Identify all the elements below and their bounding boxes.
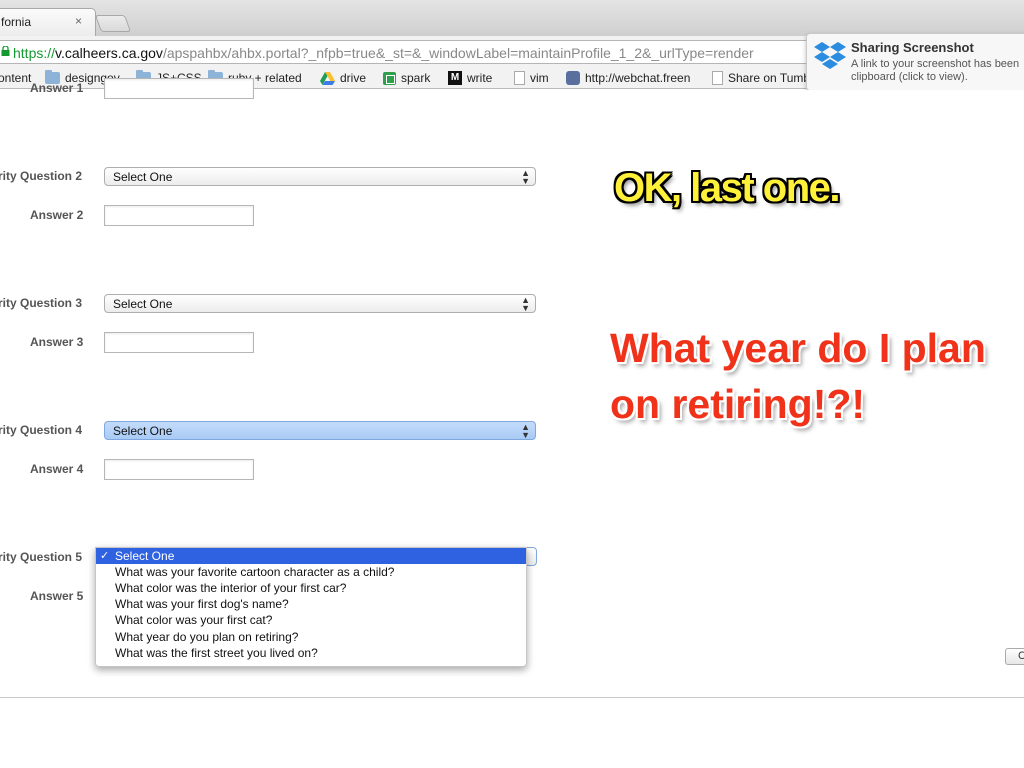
bookmark-label: Share on Tumb	[728, 71, 811, 85]
answer1-label: Answer 1	[30, 81, 84, 95]
option-label: What was your favorite cartoon character…	[115, 565, 395, 579]
option-label: What year do you plan on retiring?	[115, 630, 299, 644]
question3-select[interactable]: Select One ▲ ▼	[104, 294, 536, 313]
annotation-retiring: What year do I plan on retiring!?!	[610, 320, 986, 432]
url-path: /apspahbx/ahbx.portal?_nfpb=true&_st=&_w…	[162, 45, 754, 61]
question2-label: rity Question 2	[0, 169, 83, 183]
bookmark-share-tumblr[interactable]: Share on Tumb	[712, 70, 810, 86]
answer3-label: Answer 3	[30, 335, 84, 349]
bookmark-label: spark	[401, 71, 431, 85]
tab-strip: fornia ×	[0, 0, 1024, 36]
annotation-line: on retiring!?!	[610, 381, 866, 427]
menu-option[interactable]: What color was your first cat?	[96, 612, 526, 628]
menu-option[interactable]: What was the first street you lived on?	[96, 645, 526, 661]
notification-line: clipboard (click to view).	[851, 71, 968, 83]
menu-option[interactable]: What year do you plan on retiring?	[96, 629, 526, 645]
dropbox-icon	[814, 42, 846, 69]
option-label: What was your first dog's name?	[115, 597, 289, 611]
dropbox-notification[interactable]: Sharing Screenshot A link to your screen…	[806, 33, 1024, 91]
new-tab-button[interactable]	[94, 15, 132, 32]
menu-option[interactable]: What was your favorite cartoon character…	[96, 564, 526, 580]
tab-title: fornia	[1, 15, 32, 29]
question5-label: rity Question 5	[0, 550, 83, 564]
notification-title: Sharing Screenshot	[851, 40, 974, 55]
bookmark-vim[interactable]: vim	[514, 70, 549, 86]
address-bar[interactable]: https://v.calheers.ca.gov/apspahbx/ahbx.…	[0, 40, 824, 64]
menu-option[interactable]: What was your first dog's name?	[96, 596, 526, 612]
close-icon[interactable]: ×	[75, 14, 82, 28]
answer5-label: Answer 5	[30, 589, 84, 603]
question4-select[interactable]: Select One ▲ ▼	[104, 421, 536, 440]
answer2-label: Answer 2	[30, 208, 84, 222]
bookmark-drive[interactable]: drive	[320, 70, 366, 86]
notification-line: A link to your screenshot has been	[851, 58, 1020, 70]
bookmark-label: write	[467, 71, 493, 85]
web-icon	[566, 71, 580, 85]
option-label: Select One	[115, 549, 175, 563]
question3-label: rity Question 3	[0, 296, 83, 310]
menu-option[interactable]: ✓ Select One	[96, 548, 526, 564]
browser-window: fornia × https://v.calheers.ca.gov/apspa…	[0, 0, 1024, 768]
drive-icon	[320, 71, 335, 85]
question2-select[interactable]: Select One ▲ ▼	[104, 167, 536, 186]
bookmark-label: drive	[340, 71, 367, 85]
bookmark-webchat[interactable]: http://webchat.freen	[566, 70, 690, 86]
m-icon: M	[448, 71, 462, 85]
option-label: What color was your first cat?	[115, 613, 273, 627]
answer1-input[interactable]	[104, 78, 254, 99]
continue-button[interactable]: C	[1005, 648, 1024, 665]
page-icon	[514, 71, 525, 85]
select-value: Select One	[113, 170, 173, 184]
question5-dropdown-menu: ✓ Select One What was your favorite carto…	[95, 547, 527, 667]
bookmark-label: vim	[530, 71, 549, 85]
url-text: https://v.calheers.ca.gov/apspahbx/ahbx.…	[13, 45, 754, 61]
page-icon	[712, 71, 723, 85]
select-value: Select One	[113, 424, 173, 438]
bookmark-write[interactable]: Mwrite	[448, 70, 492, 86]
updown-arrow-icon: ▲ ▼	[521, 422, 530, 440]
updown-arrow-icon: ▲ ▼	[521, 168, 530, 186]
bookmark-content[interactable]: ontent	[0, 70, 31, 86]
lock-icon	[1, 46, 10, 56]
url-host: v.calheers.ca.gov	[55, 45, 163, 61]
spreadsheet-icon	[383, 71, 396, 85]
updown-arrow-icon: ▲ ▼	[521, 295, 530, 313]
url-scheme: https://	[13, 45, 56, 61]
notification-body: A link to your screenshot has been clipb…	[851, 58, 1019, 84]
annotation-ok-last-one: OK, last one.	[614, 166, 841, 210]
question5-select[interactable]	[526, 547, 537, 566]
tab-calheers[interactable]: fornia ×	[0, 8, 96, 36]
answer2-input[interactable]	[104, 205, 254, 226]
checkmark-icon: ✓	[100, 550, 110, 562]
answer4-input[interactable]	[104, 459, 254, 480]
option-label: What color was the interior of your firs…	[115, 581, 347, 595]
question4-label: rity Question 4	[0, 423, 83, 437]
option-label: What was the first street you lived on?	[115, 646, 318, 660]
answer4-label: Answer 4	[30, 462, 84, 476]
select-value: Select One	[113, 297, 173, 311]
bookmark-label: http://webchat.freen	[585, 71, 691, 85]
menu-option[interactable]: What color was the interior of your firs…	[96, 580, 526, 596]
bookmark-label: ontent	[0, 71, 32, 85]
answer3-input[interactable]	[104, 332, 254, 353]
page-content: Answer 1 rity Question 2 Select One ▲ ▼ An…	[0, 78, 1024, 768]
bookmark-spark[interactable]: spark	[383, 70, 430, 86]
annotation-line: What year do I plan	[610, 325, 986, 371]
